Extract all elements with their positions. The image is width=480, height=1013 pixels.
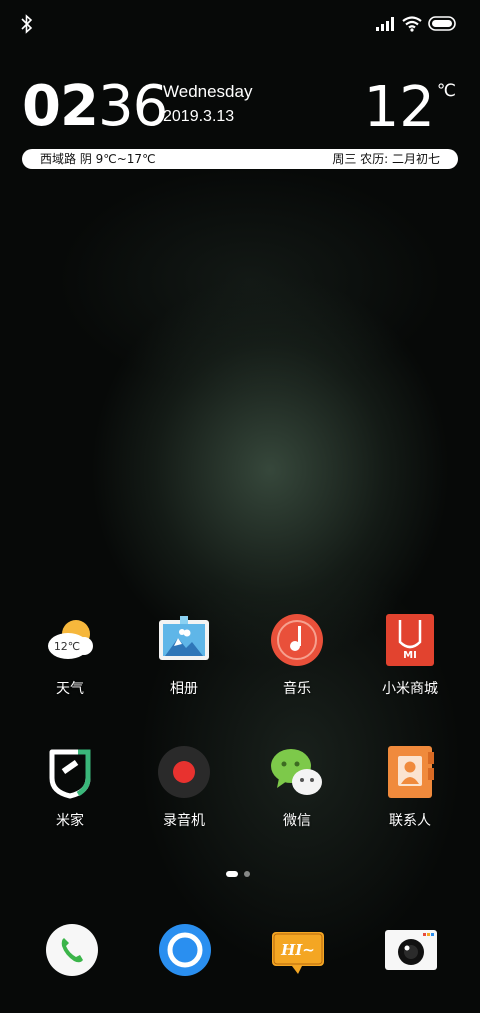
temperature-value: 12 bbox=[363, 75, 435, 140]
app-label: 天气 bbox=[56, 681, 84, 697]
recorder-icon bbox=[156, 744, 212, 800]
app-label: 录音机 bbox=[163, 813, 205, 829]
messages-text: HI~ bbox=[280, 941, 315, 959]
page-dot-active[interactable] bbox=[226, 871, 238, 877]
mi-store-badge: MI bbox=[403, 650, 417, 661]
temperature[interactable]: 12 ℃ bbox=[364, 76, 456, 140]
app-music[interactable]: 音乐 bbox=[245, 612, 349, 698]
app-label: 米家 bbox=[56, 813, 84, 829]
app-label: 相册 bbox=[170, 681, 198, 697]
weather-summary: 西域路 阴 9℃~17℃ bbox=[40, 152, 156, 166]
wechat-icon bbox=[269, 744, 325, 800]
weather-badge: 12℃ bbox=[54, 640, 80, 653]
signal-icon bbox=[376, 17, 394, 31]
app-label: 小米商城 bbox=[382, 681, 438, 697]
clock-hours: 02 bbox=[22, 74, 99, 139]
app-mi-store[interactable]: MI 小米商城 bbox=[358, 612, 462, 698]
contacts-icon bbox=[382, 744, 438, 800]
gallery-icon bbox=[156, 612, 212, 668]
app-label: 联系人 bbox=[389, 813, 431, 829]
clock-date: 2019.3.13 bbox=[163, 108, 235, 125]
lunar-date: 周三 农历: 二月初七 bbox=[332, 152, 440, 166]
wifi-icon bbox=[402, 16, 422, 32]
dock-messages[interactable]: HI~ bbox=[270, 922, 326, 978]
status-bar bbox=[0, 0, 480, 50]
app-wechat[interactable]: 微信 bbox=[245, 744, 349, 830]
clock-weekday: Wednesday bbox=[163, 82, 253, 101]
app-contacts[interactable]: 联系人 bbox=[358, 744, 462, 830]
dock-camera[interactable] bbox=[383, 922, 439, 978]
mi-home-icon bbox=[42, 744, 98, 800]
weather-icon: 12℃ bbox=[42, 612, 98, 668]
camera-icon bbox=[385, 930, 437, 970]
app-label: 音乐 bbox=[283, 681, 311, 697]
messages-icon: HI~ bbox=[272, 932, 324, 974]
mi-store-icon: MI bbox=[382, 612, 438, 668]
battery-icon bbox=[428, 16, 456, 31]
page-indicator[interactable] bbox=[226, 871, 256, 879]
page-dot[interactable] bbox=[244, 871, 250, 877]
clock-minutes: 36 bbox=[97, 74, 168, 139]
browser-icon bbox=[159, 924, 211, 976]
temperature-unit: ℃ bbox=[436, 81, 456, 101]
app-mi-home[interactable]: 米家 bbox=[18, 744, 122, 830]
app-recorder[interactable]: 录音机 bbox=[132, 744, 236, 830]
app-label: 微信 bbox=[283, 813, 311, 829]
app-gallery[interactable]: 相册 bbox=[132, 612, 236, 698]
weather-info-bar[interactable]: 西域路 阴 9℃~17℃ 周三 农历: 二月初七 bbox=[22, 149, 458, 169]
phone-icon bbox=[46, 924, 98, 976]
clock-time[interactable]: 0236 bbox=[22, 74, 168, 140]
bluetooth-icon bbox=[21, 14, 33, 34]
app-weather[interactable]: 12℃ 天气 bbox=[18, 612, 122, 698]
dock-browser[interactable] bbox=[157, 922, 213, 978]
dock-phone[interactable] bbox=[44, 922, 100, 978]
music-icon bbox=[269, 612, 325, 668]
